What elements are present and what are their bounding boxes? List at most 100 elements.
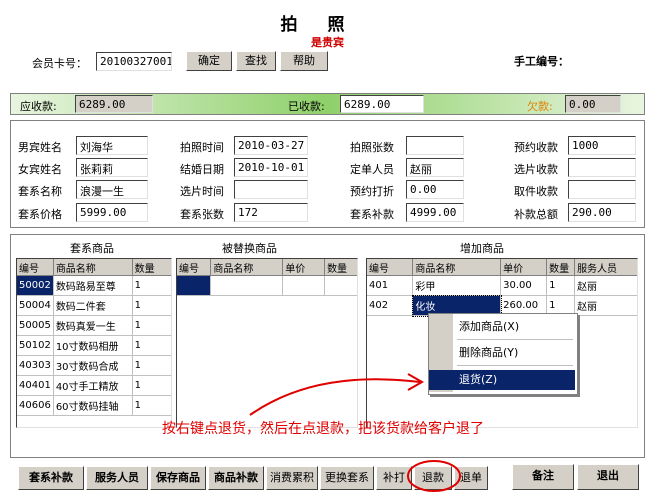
info-field-2-0[interactable] [406, 136, 464, 155]
arrow-line [249, 378, 421, 416]
table-row[interactable]: 401 彩甲 30.00 1 赵丽 [367, 275, 637, 296]
table-cell[interactable]: 彩甲 [412, 275, 502, 296]
annotation-arrow [249, 373, 425, 416]
table-cell[interactable]: 60寸数码挂轴 [53, 395, 133, 416]
column-header[interactable]: 商品名称 [412, 259, 502, 276]
table-cell[interactable]: 30寸数码合成 [53, 355, 133, 376]
column-header[interactable]: 单价 [500, 259, 548, 276]
table-cell[interactable]: 1 [132, 315, 171, 336]
save-goods-button[interactable]: 保存商品 [150, 466, 206, 490]
table-cell[interactable]: 数码二件套 [53, 295, 133, 316]
search-button[interactable]: 查找 [236, 51, 276, 71]
table-row[interactable]: 40401 40寸手工精放 1 [17, 375, 171, 396]
confirm-button[interactable]: 确定 [186, 51, 232, 71]
info-field-2-1[interactable]: 赵丽 [406, 158, 464, 177]
exit-button[interactable]: 退出 [577, 464, 639, 490]
info-label-3-0: 预约收款 [514, 141, 558, 154]
window: 拍照 是贵宾 会员卡号： 20100327001 确定 查找 帮助 手工编号： … [0, 0, 655, 494]
info-field-0-2[interactable]: 浪漫一生 [76, 180, 148, 199]
info-field-0-3[interactable]: 5999.00 [76, 203, 148, 222]
info-field-1-2[interactable] [234, 180, 308, 199]
table-cell[interactable]: 10寸数码相册 [53, 335, 133, 356]
table-cell[interactable]: 30.00 [500, 275, 548, 296]
table-cell[interactable] [282, 275, 326, 296]
received-field: 6289.00 [340, 95, 424, 113]
column-header[interactable]: 服务人员 [574, 259, 637, 276]
accumulate-button[interactable]: 消费累积 [266, 466, 318, 490]
change-package-button[interactable]: 更换套系 [320, 466, 374, 490]
column-header[interactable]: 编号 [367, 259, 414, 276]
info-field-3-0[interactable]: 1000 [568, 136, 636, 155]
table-cell[interactable] [324, 275, 357, 296]
column-header[interactable]: 商品名称 [53, 259, 133, 276]
table-row[interactable] [177, 275, 357, 296]
table-cell[interactable]: 40606 [17, 395, 54, 416]
info-field-0-1[interactable]: 张莉莉 [76, 158, 148, 177]
table-cell[interactable]: 40303 [17, 355, 54, 376]
member-card-label: 会员卡号： [32, 57, 87, 70]
notes-button[interactable]: 备注 [512, 464, 574, 490]
service-staff-button[interactable]: 服务人员 [86, 466, 148, 490]
table-cell[interactable]: 数码路易至尊 [53, 275, 133, 296]
column-header[interactable]: 数量 [132, 259, 171, 276]
info-field-0-0[interactable]: 刘海华 [76, 136, 148, 155]
table-cell[interactable]: 1 [132, 335, 171, 356]
column-header[interactable]: 数量 [324, 259, 357, 276]
received-label: 已收款: [288, 100, 325, 113]
table-cell[interactable] [177, 275, 212, 296]
table-cell[interactable]: 1 [132, 295, 171, 316]
info-label-1-3: 套系张数 [180, 208, 224, 221]
table-cell[interactable]: 1 [132, 355, 171, 376]
table-cell[interactable]: 50102 [17, 335, 54, 356]
table-cell[interactable]: 1 [132, 395, 171, 416]
column-header[interactable]: 编号 [17, 259, 54, 276]
table-cell[interactable]: 1 [132, 275, 171, 296]
column-header[interactable]: 单价 [282, 259, 326, 276]
menu-item-delete-goods[interactable]: 删除商品(Y) [459, 343, 518, 363]
table-cell[interactable]: 50002 [17, 275, 54, 296]
package-supplement-button[interactable]: 套系补款 [18, 466, 84, 490]
table-cell[interactable]: 1 [132, 375, 171, 396]
package-goods-grid[interactable]: 编号 商品名称 数量 50002 数码路易至尊 1 50004 数码二件套 1 50005 数码真爱… [16, 258, 172, 428]
added-goods-title: 增加商品 [460, 242, 504, 255]
table-cell[interactable]: 40401 [17, 375, 54, 396]
highlight-ellipse [407, 460, 461, 492]
table-cell[interactable]: 402 [367, 295, 414, 316]
table-row[interactable]: 40606 60寸数码挂轴 1 [17, 395, 171, 416]
info-field-1-0[interactable]: 2010-03-27 [234, 136, 308, 155]
column-header[interactable]: 数量 [546, 259, 576, 276]
table-cell[interactable] [210, 275, 284, 296]
table-cell[interactable]: 50004 [17, 295, 54, 316]
table-cell[interactable]: 赵丽 [574, 295, 637, 316]
replaced-goods-title: 被替换商品 [222, 242, 277, 255]
info-field-1-1[interactable]: 2010-10-01 [234, 158, 308, 177]
info-field-3-1[interactable] [568, 158, 636, 177]
grid-header-row: 编号 商品名称 数量 [17, 259, 171, 276]
table-row[interactable]: 50102 10寸数码相册 1 [17, 335, 171, 356]
goods-supplement-button[interactable]: 商品补款 [208, 466, 264, 490]
info-field-3-2[interactable] [568, 180, 636, 199]
table-row[interactable]: 50005 数码真爱一生 1 [17, 315, 171, 336]
info-label-2-0: 拍照张数 [350, 141, 394, 154]
column-header[interactable]: 编号 [177, 259, 212, 276]
info-field-1-3[interactable]: 172 [234, 203, 308, 222]
info-field-3-3[interactable]: 290.00 [568, 203, 636, 222]
table-row[interactable]: 50004 数码二件套 1 [17, 295, 171, 316]
menu-item-return-goods[interactable]: 退货(Z) [459, 370, 497, 390]
info-field-2-2[interactable]: 0.00 [406, 180, 464, 199]
table-cell[interactable]: 赵丽 [574, 275, 637, 296]
table-cell[interactable]: 数码真爱一生 [53, 315, 133, 336]
table-cell[interactable]: 1 [546, 275, 576, 296]
column-header[interactable]: 商品名称 [210, 259, 284, 276]
table-row[interactable]: 50002 数码路易至尊 1 [17, 275, 171, 296]
table-cell[interactable]: 40寸手工精放 [53, 375, 133, 396]
table-row[interactable]: 40303 30寸数码合成 1 [17, 355, 171, 376]
refund-highlight-circle [407, 460, 461, 492]
table-cell[interactable]: 401 [367, 275, 414, 296]
member-card-input[interactable]: 20100327001 [96, 52, 172, 71]
help-button[interactable]: 帮助 [280, 51, 328, 71]
table-cell[interactable]: 50005 [17, 315, 54, 336]
menu-item-add-goods[interactable]: 添加商品(X) [459, 317, 519, 337]
info-field-2-3[interactable]: 4999.00 [406, 203, 464, 222]
menu-separator-2 [457, 365, 573, 366]
